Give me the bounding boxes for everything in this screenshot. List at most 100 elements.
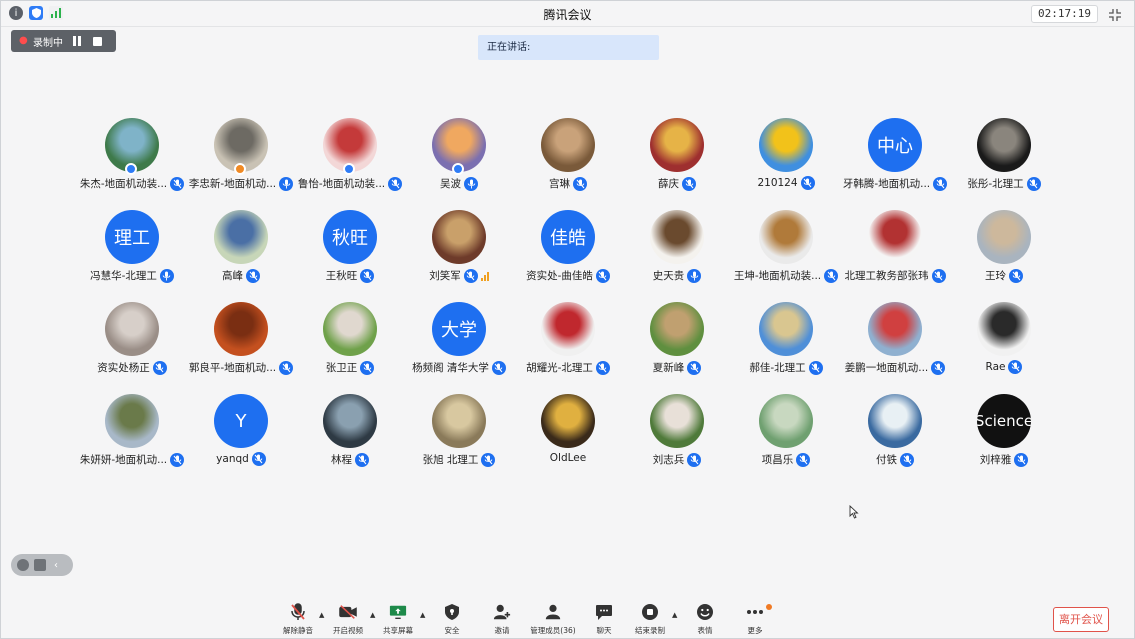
avatar-photo xyxy=(323,394,377,448)
participant-tile[interactable]: 付铁 xyxy=(840,394,950,474)
participant-tile[interactable]: Science 刘梓雅 xyxy=(949,394,1059,474)
security-button[interactable]: 安全 xyxy=(427,603,477,636)
avatar-text: 中心 xyxy=(877,136,913,157)
participant-name-row: 李忠新-地面机动... xyxy=(186,176,296,191)
participant-name-row: 朱杰-地面机动装... xyxy=(77,176,187,191)
participant-tile[interactable]: 王玲 xyxy=(949,210,1059,290)
participant-tile[interactable]: 张卫正 xyxy=(295,302,405,382)
unmute-button[interactable]: 解除静音 xyxy=(273,603,323,636)
participant-tile[interactable]: 薛庆 xyxy=(622,118,732,198)
participant-name-row: 刘梓雅 xyxy=(949,452,1059,467)
share-options-caret-icon[interactable]: ▲ xyxy=(420,611,425,619)
host-badge-icon xyxy=(343,163,355,175)
participant-name: 王坤-地面机动装... xyxy=(733,270,822,282)
participant-tile[interactable]: 中心 牙韩腾-地面机动... xyxy=(840,118,950,198)
avatar-photo xyxy=(977,118,1031,172)
participant-tile[interactable]: 朱妍妍-地面机动... xyxy=(77,394,187,474)
participant-tile[interactable]: 胡耀光-北理工 xyxy=(513,302,623,382)
participant-name: 张卫正 xyxy=(325,362,358,374)
recording-label: 录制中 xyxy=(33,37,63,49)
participant-tile[interactable]: 资实处杨正 xyxy=(77,302,187,382)
participant-tile[interactable]: 朱杰-地面机动装... xyxy=(77,118,187,198)
participant-name-row: 夏新峰 xyxy=(622,360,732,375)
participant-tile[interactable]: OldLee xyxy=(513,394,623,474)
fullscreen-icon[interactable] xyxy=(1108,7,1122,21)
participant-tile[interactable]: Rae xyxy=(949,302,1059,382)
participant-tile[interactable]: 林程 xyxy=(295,394,405,474)
participant-tile[interactable]: 秋旺 王秋旺 xyxy=(295,210,405,290)
participant-name-row: 王玲 xyxy=(949,268,1059,283)
mic-muted-icon xyxy=(595,268,610,283)
end-recording-button[interactable]: 结束录制 xyxy=(625,603,675,636)
avatar-photo xyxy=(541,118,595,172)
participant-tile[interactable]: 项昌乐 xyxy=(731,394,841,474)
participant-tile[interactable]: 郝佳-北理工 xyxy=(731,302,841,382)
avatar-photo xyxy=(977,302,1031,356)
participant-tile[interactable]: 夏新峰 xyxy=(622,302,732,382)
bottom-toolbar: 解除静音 ▲ 开启视频 ▲ 共享屏幕 ▲ 安全 邀请 管理成员(36) 聊天 结… xyxy=(1,601,1134,639)
participant-tile[interactable]: 刘笑军 xyxy=(404,210,514,290)
reactions-button[interactable]: 表情 xyxy=(680,603,730,636)
participant-tile[interactable]: 210124 xyxy=(731,118,841,198)
participant-name: 朱杰-地面机动装... xyxy=(79,178,168,190)
avatar-photo xyxy=(432,210,486,264)
collapse-arrow-icon[interactable]: ‹ xyxy=(54,560,58,571)
pause-recording-button[interactable] xyxy=(73,36,83,46)
microphone-muted-icon xyxy=(289,603,307,621)
avatar-text: 佳皓 xyxy=(550,228,586,249)
participant-tile[interactable]: 高峰 xyxy=(186,210,296,290)
participant-tile[interactable]: 郭良平-地面机动... xyxy=(186,302,296,382)
start-video-label: 开启视频 xyxy=(333,626,363,635)
participant-tile[interactable]: 宫琳 xyxy=(513,118,623,198)
participant-name: 史天贵 xyxy=(652,270,685,282)
mic-muted-icon xyxy=(933,176,948,191)
participant-tile[interactable]: 姜鹏一地面机动... xyxy=(840,302,950,382)
participant-tile[interactable]: Yyanqd xyxy=(186,394,296,474)
participant-tile[interactable]: 理工 冯慧华-北理工 xyxy=(77,210,187,290)
mic-icon xyxy=(279,176,294,191)
participant-tile[interactable]: 佳皓 资实处-曲佳皓 xyxy=(513,210,623,290)
unmute-label: 解除静音 xyxy=(283,626,313,635)
participant-name: 鲁怡-地面机动装... xyxy=(297,178,386,190)
leave-meeting-button[interactable]: 离开会议 xyxy=(1053,607,1109,632)
stop-recording-button[interactable] xyxy=(93,36,102,46)
start-video-button[interactable]: 开启视频 xyxy=(323,603,373,636)
participant-name-row: 张卫正 xyxy=(295,360,405,375)
participant-tile[interactable]: 鲁怡-地面机动装... xyxy=(295,118,405,198)
participant-tile[interactable]: 刘志兵 xyxy=(622,394,732,474)
avatar-view-icon[interactable] xyxy=(17,559,29,571)
participant-name: 宫琳 xyxy=(549,178,570,190)
participant-tile[interactable]: 大学 杨频阁 清华大学 xyxy=(404,302,514,382)
mic-muted-icon xyxy=(687,360,702,375)
avatar: Science xyxy=(977,394,1031,448)
invite-button[interactable]: 邀请 xyxy=(477,603,527,636)
participant-name-row: 吴波 xyxy=(404,176,514,191)
meeting-window: i 腾讯会议 02:17:19 ● 录制中 正在讲话: 朱杰-地面机动装... … xyxy=(0,0,1135,639)
participant-name: 夏新峰 xyxy=(652,362,685,374)
record-options-caret-icon[interactable]: ▲ xyxy=(672,611,677,619)
participant-tile[interactable]: 张旭 北理工 xyxy=(404,394,514,474)
recording-indicator: ● 录制中 xyxy=(11,30,116,52)
avatar-photo xyxy=(759,118,813,172)
mic-muted-icon xyxy=(251,452,266,466)
participant-tile[interactable]: 吴波 xyxy=(404,118,514,198)
layout-icon[interactable] xyxy=(34,559,46,571)
chat-button[interactable]: 聊天 xyxy=(579,603,629,636)
view-controls[interactable]: ‹ xyxy=(11,554,73,576)
mic-muted-icon xyxy=(279,360,294,375)
more-button[interactable]: 更多 xyxy=(730,603,780,636)
participant-tile[interactable]: 李忠新-地面机动... xyxy=(186,118,296,198)
mic-muted-icon xyxy=(360,268,375,283)
share-screen-button[interactable]: 共享屏幕 xyxy=(373,603,423,636)
participant-tile[interactable]: 张彤-北理工 xyxy=(949,118,1059,198)
mic-muted-icon xyxy=(595,360,610,375)
participant-tile[interactable]: 史天贵 xyxy=(622,210,732,290)
members-icon xyxy=(544,603,562,621)
mic-muted-icon xyxy=(388,176,403,191)
manage-members-button[interactable]: 管理成员(36) xyxy=(528,603,578,636)
participant-tile[interactable]: 北理工教务部张玮 xyxy=(840,210,950,290)
camera-off-icon xyxy=(339,603,357,621)
participant-tile[interactable]: 王坤-地面机动装... xyxy=(731,210,841,290)
participant-name-row: 薛庆 xyxy=(622,176,732,191)
participant-name-row: 林程 xyxy=(295,452,405,467)
